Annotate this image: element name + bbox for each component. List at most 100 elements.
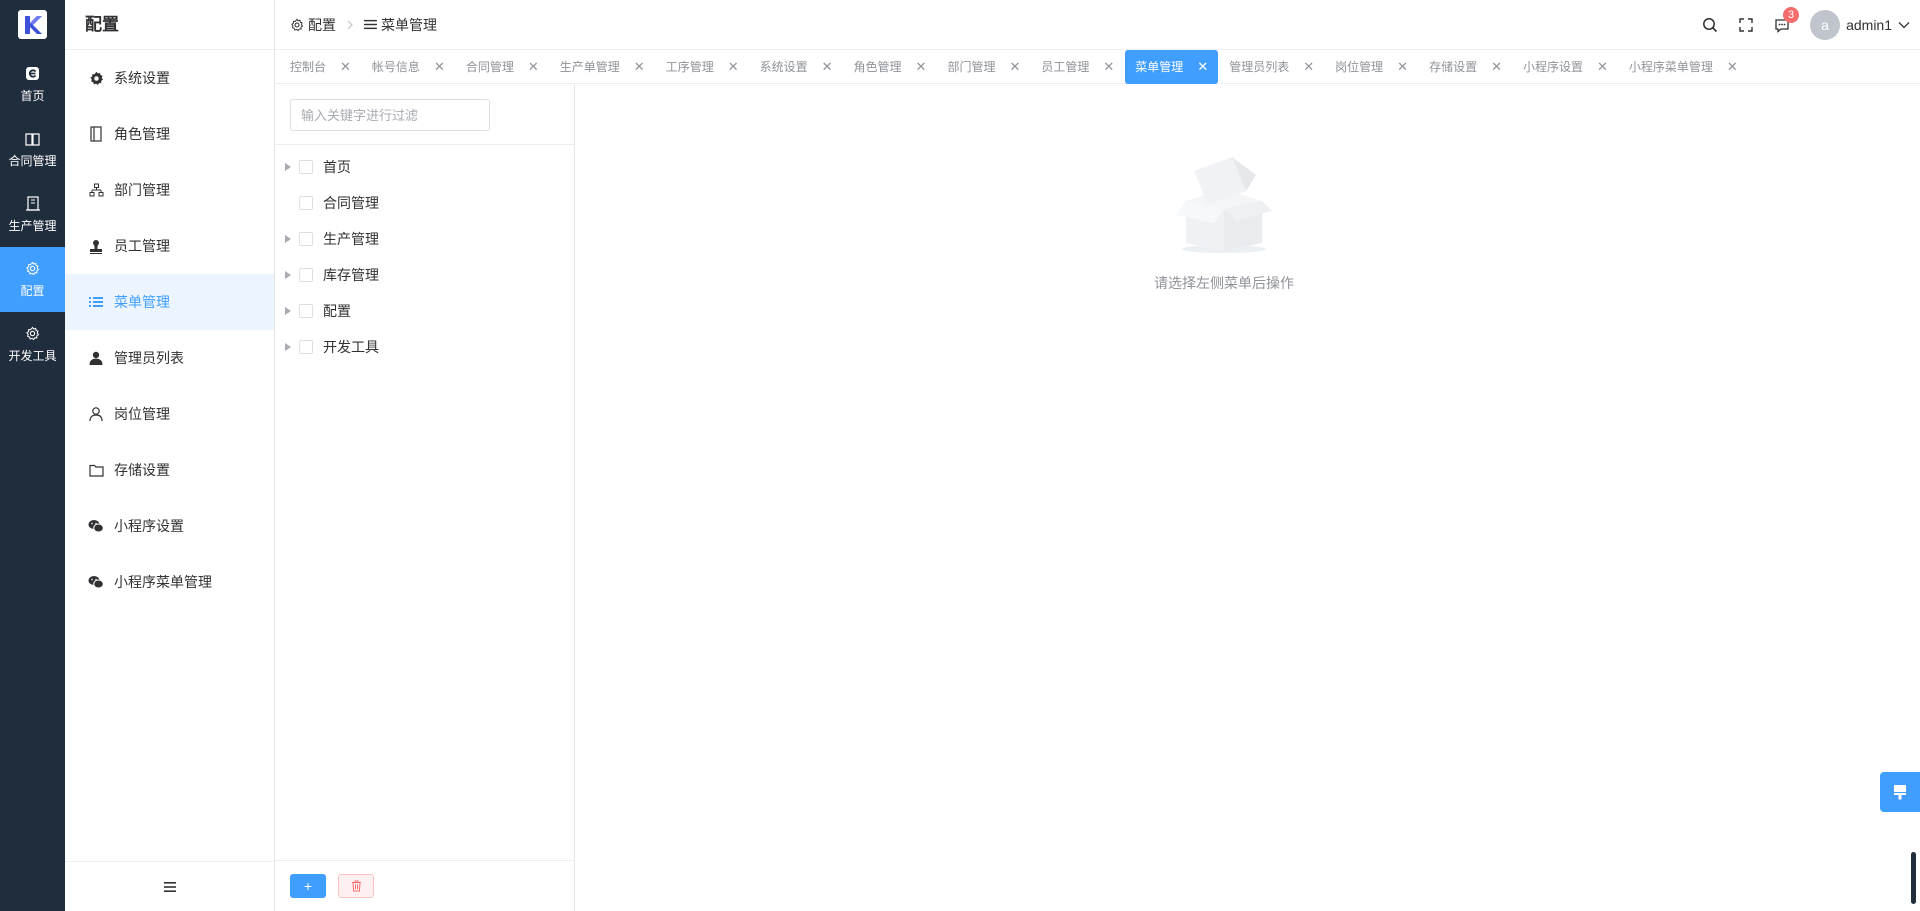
tree-node[interactable]: 生产管理 xyxy=(275,221,574,257)
caret-right-icon[interactable] xyxy=(283,270,293,280)
tree-node[interactable]: 开发工具 xyxy=(275,329,574,365)
caret-right-icon[interactable] xyxy=(283,342,293,352)
rail-item-production[interactable]: 生产管理 xyxy=(0,182,65,247)
submenu-item-department[interactable]: 部门管理 xyxy=(65,162,274,218)
submenu-item-employee[interactable]: 员工管理 xyxy=(65,218,274,274)
floating-theme-button[interactable] xyxy=(1880,772,1920,812)
top-header: 配置 菜单管理 3 a admin1 xyxy=(275,0,1920,50)
secondary-nav: 配置 系统设置 角色管理 部门管理 员工管理 菜单管理 管理员列表 岗位管理 存… xyxy=(65,0,275,911)
tab-admin-list[interactable]: 管理员列表 ✕ xyxy=(1219,50,1324,84)
close-icon[interactable]: ✕ xyxy=(434,59,445,75)
fullscreen-button[interactable] xyxy=(1728,0,1764,50)
rail-item-label: 开发工具 xyxy=(8,348,57,363)
close-icon[interactable]: ✕ xyxy=(1303,59,1314,75)
close-icon[interactable]: ✕ xyxy=(1397,59,1408,75)
tab-contract[interactable]: 合同管理 ✕ xyxy=(456,50,549,84)
chevron-down-icon xyxy=(1898,22,1910,29)
tree-node[interactable]: 合同管理 xyxy=(275,185,574,221)
tab-role[interactable]: 角色管理 ✕ xyxy=(844,50,937,84)
close-icon[interactable]: ✕ xyxy=(528,59,539,75)
close-icon[interactable]: ✕ xyxy=(1597,59,1608,75)
tree-node[interactable]: 首页 xyxy=(275,149,574,185)
delete-menu-button[interactable] xyxy=(338,874,374,898)
close-icon[interactable]: ✕ xyxy=(1491,59,1502,75)
submenu-item-label: 角色管理 xyxy=(114,126,170,142)
menu-detail-panel: 请选择左侧菜单后操作 xyxy=(575,85,1920,911)
search-button[interactable] xyxy=(1692,0,1728,50)
submenu-item-storage[interactable]: 存储设置 xyxy=(65,442,274,498)
notebook-icon xyxy=(88,126,104,142)
submenu-item-position[interactable]: 岗位管理 xyxy=(65,386,274,442)
breadcrumb-item: 菜单管理 xyxy=(364,15,437,35)
notification-badge: 3 xyxy=(1783,7,1800,23)
close-icon[interactable]: ✕ xyxy=(822,59,833,75)
tab-label: 管理员列表 xyxy=(1229,60,1290,74)
tree-checkbox[interactable] xyxy=(299,304,313,318)
tree-checkbox[interactable] xyxy=(299,196,313,210)
tree-checkbox[interactable] xyxy=(299,340,313,354)
k-logo-icon xyxy=(24,15,42,34)
tree-node[interactable]: 配置 xyxy=(275,293,574,329)
submenu-item-label: 员工管理 xyxy=(114,238,170,254)
app-logo[interactable] xyxy=(18,10,47,39)
rail-item-devtools[interactable]: 开发工具 xyxy=(0,312,65,377)
tab-miniprogram-settings[interactable]: 小程序设置 ✕ xyxy=(1513,50,1618,84)
close-icon[interactable]: ✕ xyxy=(916,59,927,75)
tree-node-label: 库存管理 xyxy=(323,267,379,283)
close-icon[interactable]: ✕ xyxy=(1103,59,1114,75)
tab-employee[interactable]: 员工管理 ✕ xyxy=(1031,50,1124,84)
folder-icon xyxy=(88,462,104,478)
close-icon[interactable]: ✕ xyxy=(1727,59,1738,75)
submenu-item-miniprogram-menu[interactable]: 小程序菜单管理 xyxy=(65,554,274,610)
tree-node-label: 首页 xyxy=(323,159,351,175)
tab-miniprogram-menu[interactable]: 小程序菜单管理 ✕ xyxy=(1619,50,1748,84)
tree-checkbox[interactable] xyxy=(299,232,313,246)
caret-right-icon[interactable] xyxy=(283,162,293,172)
caret-right-icon[interactable] xyxy=(283,234,293,244)
close-icon[interactable]: ✕ xyxy=(634,59,645,75)
tree-node[interactable]: 库存管理 xyxy=(275,257,574,293)
user-outline-icon xyxy=(88,406,104,422)
username: admin1 xyxy=(1846,17,1892,33)
scrollbar-thumb[interactable] xyxy=(1911,852,1916,904)
app-root: 首页 合同管理 生产管理 配置 开发工具 配置 系统设置 角色管理 部门管理 员… xyxy=(0,0,1920,911)
tab-label: 员工管理 xyxy=(1041,60,1090,74)
tab-process[interactable]: 工序管理 ✕ xyxy=(656,50,749,84)
tree-checkbox[interactable] xyxy=(299,160,313,174)
collapse-sidebar-button[interactable] xyxy=(65,861,274,911)
tree-node-label: 配置 xyxy=(323,303,351,319)
submenu-item-system-settings[interactable]: 系统设置 xyxy=(65,50,274,106)
tab-department[interactable]: 部门管理 ✕ xyxy=(937,50,1030,84)
breadcrumb-item[interactable]: 配置 xyxy=(290,15,336,35)
rail-item-label: 合同管理 xyxy=(8,153,57,168)
rail-item-label: 首页 xyxy=(20,88,45,103)
close-icon[interactable]: ✕ xyxy=(728,59,739,75)
tab-menu[interactable]: 菜单管理 ✕ xyxy=(1125,49,1219,84)
close-icon[interactable]: ✕ xyxy=(1009,59,1020,75)
submenu-item-label: 小程序设置 xyxy=(114,518,184,534)
tab-production-order[interactable]: 生产单管理 ✕ xyxy=(550,50,655,84)
tree-filter-input[interactable] xyxy=(290,99,490,131)
tab-account-info[interactable]: 帐号信息 ✕ xyxy=(362,50,455,84)
notifications-button[interactable]: 3 xyxy=(1764,0,1800,50)
close-icon[interactable]: ✕ xyxy=(1197,59,1208,75)
submenu-item-role[interactable]: 角色管理 xyxy=(65,106,274,162)
tree-node-label: 合同管理 xyxy=(323,195,379,211)
close-icon[interactable]: ✕ xyxy=(340,59,351,75)
tab-storage[interactable]: 存储设置 ✕ xyxy=(1419,50,1512,84)
tab-label: 存储设置 xyxy=(1429,60,1478,74)
tab-position[interactable]: 岗位管理 ✕ xyxy=(1325,50,1418,84)
submenu-item-admin-list[interactable]: 管理员列表 xyxy=(65,330,274,386)
add-menu-button[interactable]: + xyxy=(290,874,326,898)
tab-system-settings[interactable]: 系统设置 ✕ xyxy=(750,50,843,84)
rail-item-config[interactable]: 配置 xyxy=(0,247,65,312)
submenu-item-miniprogram-settings[interactable]: 小程序设置 xyxy=(65,498,274,554)
tab-dashboard[interactable]: 控制台 ✕ xyxy=(280,50,361,84)
paint-brush-icon xyxy=(1894,785,1906,800)
rail-item-contract[interactable]: 合同管理 xyxy=(0,117,65,182)
rail-item-home[interactable]: 首页 xyxy=(0,52,65,117)
user-menu[interactable]: a admin1 xyxy=(1810,10,1910,40)
caret-right-icon[interactable] xyxy=(283,306,293,316)
tree-checkbox[interactable] xyxy=(299,268,313,282)
submenu-item-menu[interactable]: 菜单管理 xyxy=(65,274,274,330)
